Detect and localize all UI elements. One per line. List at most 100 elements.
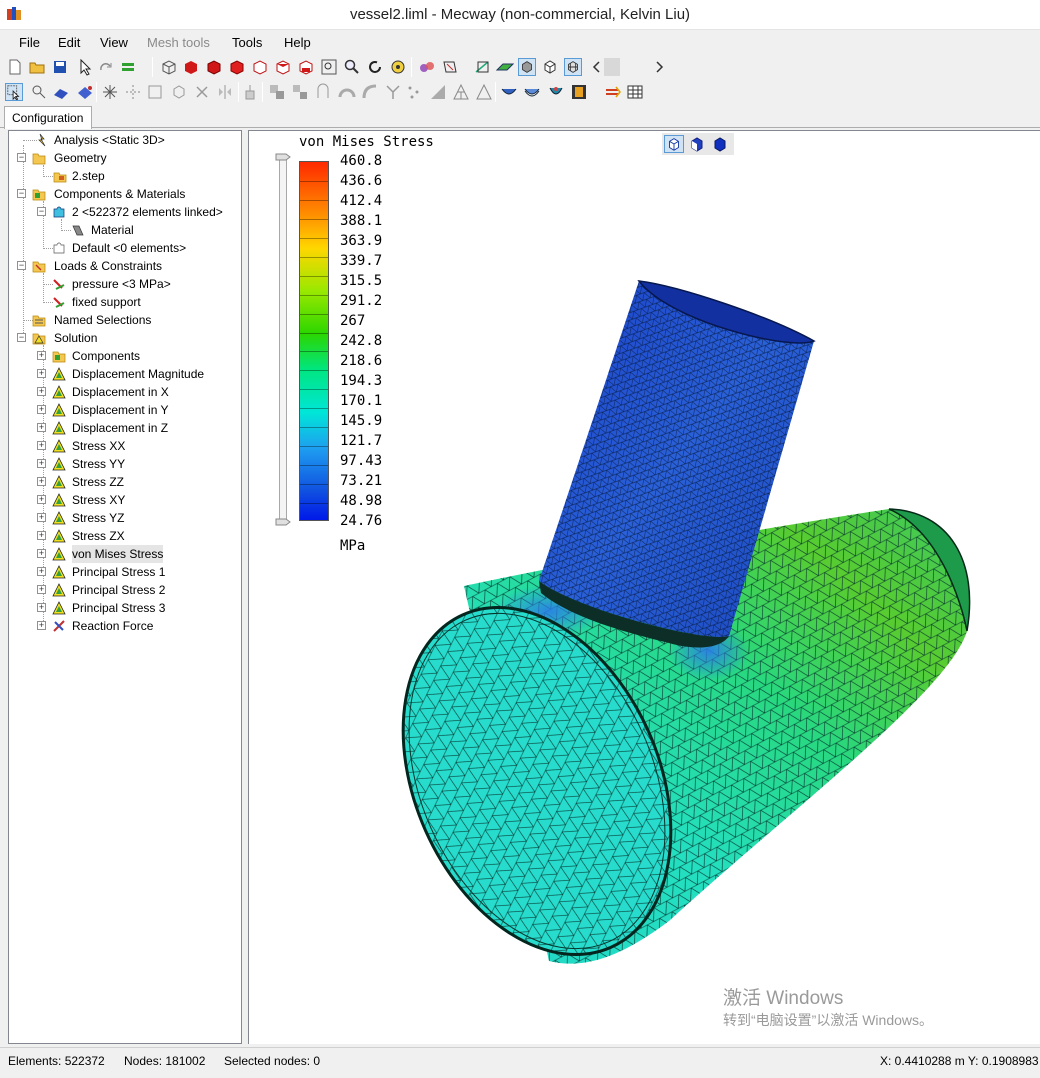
- tree-item-pressure[interactable]: pressure <3 MPa>: [9, 275, 241, 293]
- expand-toggle[interactable]: +: [37, 459, 46, 468]
- tab-configuration[interactable]: Configuration: [4, 106, 92, 129]
- tree-item-result[interactable]: + Stress XX: [9, 437, 241, 455]
- refine-icon[interactable]: [429, 83, 447, 101]
- expand-toggle[interactable]: +: [37, 567, 46, 576]
- select-nodes-icon[interactable]: [30, 83, 48, 101]
- tree-item-result[interactable]: + Displacement Magnitude: [9, 365, 241, 383]
- view-front-icon[interactable]: [182, 58, 200, 76]
- expand-toggle[interactable]: +: [37, 603, 46, 612]
- tree-item-result[interactable]: + Components: [9, 347, 241, 365]
- expand-toggle[interactable]: +: [37, 387, 46, 396]
- tree-item-component-2[interactable]: − 2 <522372 elements linked>: [9, 203, 241, 221]
- tree-item-material[interactable]: Material: [9, 221, 241, 239]
- tree-item-result[interactable]: + Displacement in X: [9, 383, 241, 401]
- tree-item-result[interactable]: + Principal Stress 2: [9, 581, 241, 599]
- tree-item-result[interactable]: + Stress YZ: [9, 509, 241, 527]
- expand-toggle[interactable]: +: [37, 477, 46, 486]
- solid-shading-icon[interactable]: [518, 58, 536, 76]
- revolve-icon[interactable]: [314, 83, 332, 101]
- box-select-icon[interactable]: [146, 83, 164, 101]
- extrude-icon[interactable]: [243, 83, 261, 101]
- tree-item-step-file[interactable]: 2.step: [9, 167, 241, 185]
- view-bottom-icon[interactable]: [297, 58, 315, 76]
- view-right-icon[interactable]: [251, 58, 269, 76]
- table-icon[interactable]: [626, 83, 644, 101]
- triangle-mesh-icon[interactable]: [452, 83, 470, 101]
- select-paint-icon[interactable]: [76, 83, 94, 101]
- tree-item-result[interactable]: + von Mises Stress: [9, 545, 241, 563]
- contour-icon[interactable]: [547, 83, 565, 101]
- tree-item-result[interactable]: + Stress ZZ: [9, 473, 241, 491]
- bend-icon[interactable]: [361, 83, 379, 101]
- model-viewport[interactable]: von Mises Stress 460.8 436.6 412.4 388.1 363…: [248, 130, 1040, 1044]
- tree-item-result[interactable]: + Stress XY: [9, 491, 241, 509]
- scroll-right-icon[interactable]: [650, 58, 668, 76]
- collapse-toggle[interactable]: −: [17, 261, 26, 270]
- expand-toggle[interactable]: +: [37, 513, 46, 522]
- open-folder-icon[interactable]: [28, 58, 46, 76]
- tree-item-result[interactable]: + Principal Stress 3: [9, 599, 241, 617]
- select-faces-icon[interactable]: [52, 83, 70, 101]
- expand-toggle[interactable]: +: [37, 585, 46, 594]
- hex-mesh-icon[interactable]: [170, 83, 188, 101]
- mirror-icon[interactable]: [216, 83, 234, 101]
- tree-item-analysis[interactable]: Analysis <Static 3D>: [9, 131, 241, 149]
- redo-icon[interactable]: [97, 58, 115, 76]
- tree-item-default-component[interactable]: Default <0 elements>: [9, 239, 241, 257]
- expand-toggle[interactable]: +: [37, 621, 46, 630]
- configuration-tree[interactable]: Analysis <Static 3D> − Geometry 2.step −…: [8, 130, 242, 1044]
- rotate-icon[interactable]: [366, 58, 384, 76]
- menu-file[interactable]: File: [19, 35, 40, 50]
- tree-item-solution[interactable]: − Solution: [9, 329, 241, 347]
- expand-toggle[interactable]: +: [37, 531, 46, 540]
- expand-toggle[interactable]: +: [37, 495, 46, 504]
- menu-edit[interactable]: Edit: [58, 35, 80, 50]
- copy-elements-icon[interactable]: [268, 83, 286, 101]
- tree-item-fixed-support[interactable]: fixed support: [9, 293, 241, 311]
- menu-mesh-tools[interactable]: Mesh tools: [147, 35, 210, 50]
- animation-film-icon[interactable]: [570, 83, 588, 101]
- menu-tools[interactable]: Tools: [232, 35, 262, 50]
- layers-icon[interactable]: [120, 58, 138, 76]
- expand-toggle[interactable]: +: [37, 369, 46, 378]
- tree-item-named-selections[interactable]: Named Selections: [9, 311, 241, 329]
- select-arrow-icon[interactable]: [77, 58, 95, 76]
- wireframe-cube-icon[interactable]: [160, 58, 178, 76]
- shell-surface-icon[interactable]: [500, 83, 518, 101]
- display-options-icon[interactable]: [418, 58, 436, 76]
- menu-help[interactable]: Help: [284, 35, 311, 50]
- expand-toggle[interactable]: +: [37, 549, 46, 558]
- triangle-icon[interactable]: [475, 83, 493, 101]
- section-view-icon[interactable]: [474, 58, 492, 76]
- tree-item-geometry[interactable]: − Geometry: [9, 149, 241, 167]
- wireframe-shading-icon[interactable]: [541, 58, 559, 76]
- mesh-edges-icon[interactable]: [564, 58, 582, 76]
- expand-toggle[interactable]: +: [37, 405, 46, 414]
- tree-item-components-materials[interactable]: − Components & Materials: [9, 185, 241, 203]
- split-icon[interactable]: [124, 83, 142, 101]
- tree-item-result[interactable]: + Reaction Force: [9, 617, 241, 635]
- pan-icon[interactable]: [389, 58, 407, 76]
- tree-item-result[interactable]: + Displacement in Z: [9, 419, 241, 437]
- sweep-icon[interactable]: [338, 83, 356, 101]
- view-left-icon[interactable]: [228, 58, 246, 76]
- toolbar-scroll-thumb[interactable]: [604, 58, 620, 76]
- probe-arrow-icon[interactable]: [604, 83, 622, 101]
- tree-item-result[interactable]: + Displacement in Y: [9, 401, 241, 419]
- zoom-icon[interactable]: [343, 58, 361, 76]
- collapse-toggle[interactable]: −: [17, 333, 26, 342]
- select-elements-icon[interactable]: [5, 83, 23, 101]
- tree-item-result[interactable]: + Stress ZX: [9, 527, 241, 545]
- clipping-plane-icon[interactable]: [441, 58, 459, 76]
- move-elements-icon[interactable]: [291, 83, 309, 101]
- view-top-icon[interactable]: [274, 58, 292, 76]
- collapse-toggle[interactable]: −: [37, 207, 46, 216]
- tree-item-result[interactable]: + Stress YY: [9, 455, 241, 473]
- expand-toggle[interactable]: +: [37, 351, 46, 360]
- new-file-icon[interactable]: [6, 58, 24, 76]
- delete-icon[interactable]: [193, 83, 211, 101]
- zoom-box-icon[interactable]: [320, 58, 338, 76]
- save-icon[interactable]: [51, 58, 69, 76]
- expand-toggle[interactable]: +: [37, 441, 46, 450]
- expand-toggle[interactable]: +: [37, 423, 46, 432]
